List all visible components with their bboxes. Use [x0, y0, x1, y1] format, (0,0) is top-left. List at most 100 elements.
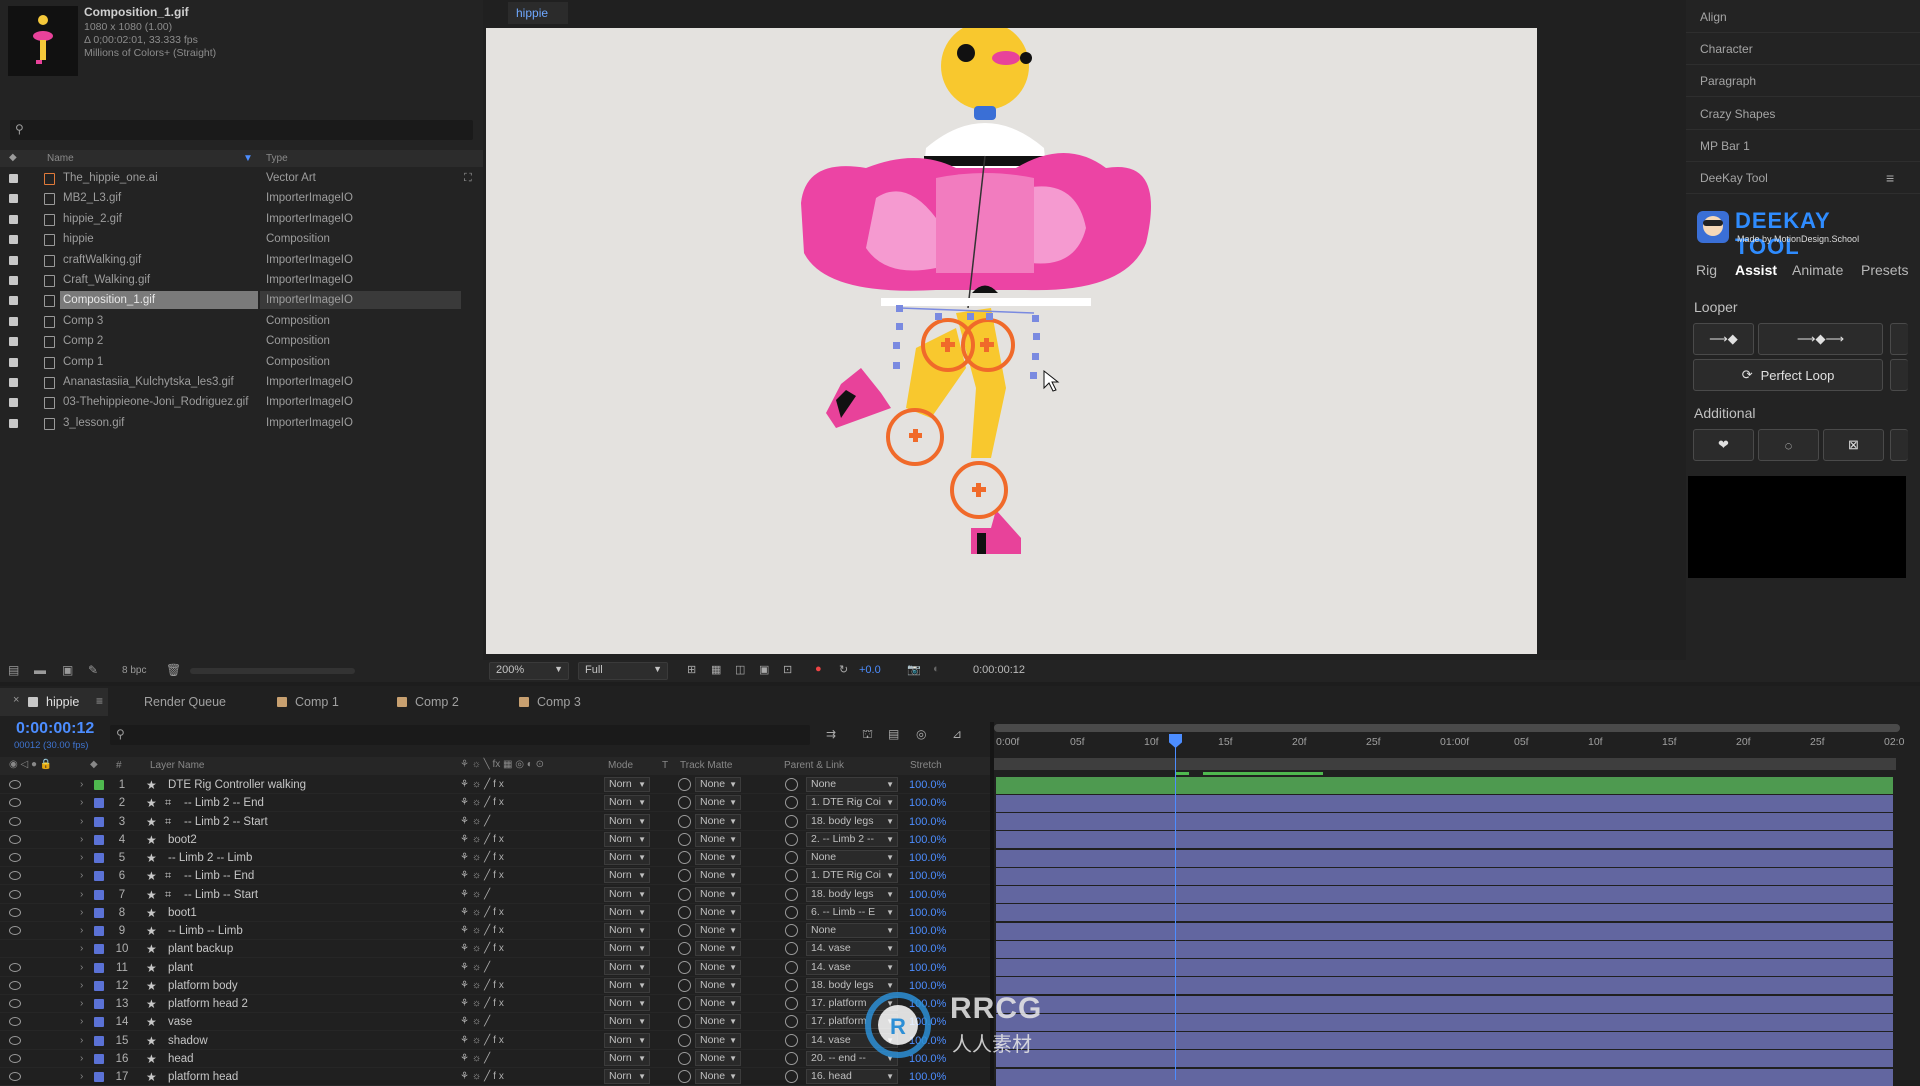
chevron-right-icon[interactable]: ›	[80, 904, 83, 922]
sort-icon[interactable]: ▼	[243, 153, 253, 164]
parent-dropdown[interactable]: 18. body legs ▼	[806, 886, 898, 902]
transparency-grid-icon[interactable]: ▦	[711, 663, 721, 676]
layer-name[interactable]: boot2	[168, 831, 197, 849]
layer-duration-bar[interactable]	[996, 1032, 1893, 1050]
frame-blending-icon[interactable]: ▤	[888, 727, 899, 741]
project-item[interactable]: Comp 3 Composition	[0, 311, 483, 331]
blend-mode-dropdown[interactable]: Norn ▼	[604, 923, 650, 938]
label-swatch[interactable]	[9, 418, 18, 428]
blend-mode-dropdown[interactable]: Norn ▼	[604, 1032, 650, 1048]
project-item[interactable]: The_hippie_one.ai Vector Art	[0, 168, 483, 188]
layer-switches-icon[interactable]: ⚘☼╱	[460, 886, 493, 904]
blend-mode-dropdown[interactable]: Norn ▼	[604, 1069, 650, 1084]
parent-dropdown[interactable]: None ▼	[806, 850, 898, 865]
pickwhip-icon[interactable]	[785, 942, 798, 956]
track-matte-dropdown[interactable]: None ▼	[695, 777, 741, 792]
layer-duration-bar[interactable]	[996, 995, 1893, 1013]
label-swatch[interactable]	[9, 276, 18, 285]
layer-row[interactable]: ›15★shadow⚘☼╱fxNorn▼None▼14. vase▼100.0%	[0, 1032, 990, 1050]
panel-item-mp-bar-1[interactable]: MP Bar 1	[1686, 130, 1920, 162]
spiral-icon[interactable]	[678, 1015, 691, 1029]
track-matte-dropdown[interactable]: None ▼	[695, 996, 741, 1011]
trash-icon[interactable]: 🗑	[166, 663, 181, 677]
rotate-tool-button[interactable]: ◌	[1758, 429, 1819, 461]
blend-mode-dropdown[interactable]: Norn ▼	[604, 959, 650, 975]
draft-3d-icon[interactable]: ⛫	[862, 727, 873, 743]
spiral-icon[interactable]	[678, 997, 691, 1010]
eye-icon[interactable]	[9, 1053, 21, 1063]
stretch-value[interactable]: 100.0%	[909, 867, 946, 885]
pickwhip-icon[interactable]	[785, 869, 798, 883]
layer-label-swatch[interactable]	[94, 1035, 104, 1046]
layer-label-swatch[interactable]	[94, 798, 104, 809]
new-folder-icon[interactable]: ▬	[34, 663, 46, 677]
pickwhip-icon[interactable]	[785, 924, 798, 937]
spiral-icon[interactable]	[678, 978, 691, 992]
col-mode[interactable]: Mode	[608, 760, 633, 771]
layer-duration-bar[interactable]	[996, 977, 1893, 995]
layer-label-swatch[interactable]	[94, 1017, 104, 1028]
layer-switches-icon[interactable]: ⚘☼╱fx	[460, 849, 507, 867]
composition-canvas[interactable]	[486, 28, 1537, 654]
blend-mode-dropdown[interactable]: Norn ▼	[604, 941, 650, 957]
spiral-icon[interactable]	[678, 796, 691, 810]
track-matte-dropdown[interactable]: None ▼	[695, 795, 741, 811]
blend-mode-dropdown[interactable]: Norn ▼	[604, 795, 650, 811]
stretch-value[interactable]: 100.0%	[909, 794, 946, 812]
label-swatch[interactable]	[9, 337, 18, 347]
layer-label-swatch[interactable]	[94, 853, 104, 863]
stretch-value[interactable]: 100.0%	[909, 1068, 946, 1086]
track-matte-dropdown[interactable]: None ▼	[695, 850, 741, 865]
pickwhip-icon[interactable]	[785, 997, 798, 1010]
zoom-dropdown[interactable]: 200% ▼	[489, 662, 569, 680]
comp-flowchart-icon[interactable]: ⇉	[826, 727, 836, 741]
layer-row[interactable]: ›14★vase⚘☼╱Norn▼None▼17. platform▼100.0%	[0, 1013, 990, 1032]
pickwhip-icon[interactable]	[785, 832, 798, 846]
eye-icon[interactable]	[9, 871, 21, 881]
spiral-icon[interactable]	[678, 924, 691, 937]
layer-name[interactable]: -- Limb -- Limb	[168, 922, 243, 940]
layer-name[interactable]: platform head	[168, 1068, 238, 1086]
tab-menu-icon[interactable]: ≡	[96, 694, 103, 708]
track-matte-dropdown[interactable]: None ▼	[695, 904, 741, 920]
pickwhip-icon[interactable]	[785, 814, 798, 828]
guides-icon[interactable]: ▣	[759, 663, 769, 676]
blend-mode-dropdown[interactable]: Norn ▼	[604, 1050, 650, 1066]
track-matte-dropdown[interactable]: None ▼	[695, 868, 741, 884]
layer-name[interactable]: -- Limb 2 -- Limb	[168, 849, 252, 867]
layer-switches-icon[interactable]: ⚘☼╱	[460, 813, 493, 831]
layer-duration-bar[interactable]	[996, 831, 1893, 849]
layer-name[interactable]: plant	[168, 959, 193, 977]
channel-icon[interactable]: ●	[815, 663, 822, 675]
viewer-timecode[interactable]: 0:00:00:12	[973, 664, 1025, 676]
eye-icon[interactable]	[9, 853, 21, 862]
spiral-icon[interactable]	[678, 869, 691, 883]
label-swatch[interactable]	[9, 194, 18, 204]
spiral-icon[interactable]	[678, 814, 691, 828]
layer-name[interactable]: shadow	[168, 1032, 208, 1050]
loop-in-out-button[interactable]: ⟶◆⟶	[1758, 323, 1883, 355]
col-stretch[interactable]: Stretch	[910, 760, 942, 771]
chevron-right-icon[interactable]: ›	[80, 1032, 83, 1050]
layer-duration-bar[interactable]	[996, 904, 1893, 922]
parent-dropdown[interactable]: None ▼	[806, 777, 898, 792]
layer-duration-bar[interactable]	[996, 1013, 1893, 1031]
track-matte-dropdown[interactable]: None ▼	[695, 977, 741, 993]
project-item[interactable]: craftWalking.gif ImporterImageIO	[0, 250, 483, 270]
shape-tool-button[interactable]: ❤	[1693, 429, 1754, 461]
graph-editor-icon[interactable]: ⊿	[952, 727, 962, 741]
layer-label-swatch[interactable]	[94, 889, 104, 900]
layer-label-swatch[interactable]	[94, 907, 104, 918]
layer-name[interactable]: -- Limb -- End	[184, 867, 254, 885]
parent-dropdown[interactable]: 14. vase ▼	[806, 959, 898, 975]
playhead[interactable]	[1175, 738, 1176, 1080]
time-navigator-handle[interactable]	[994, 724, 1900, 732]
spiral-icon[interactable]	[678, 942, 691, 956]
layer-duration-bar[interactable]	[996, 813, 1893, 831]
layer-label-swatch[interactable]	[94, 1053, 104, 1064]
blend-mode-dropdown[interactable]: Norn ▼	[604, 904, 650, 920]
blend-mode-dropdown[interactable]: Norn ▼	[604, 977, 650, 993]
track-matte-dropdown[interactable]: None ▼	[695, 1050, 741, 1066]
panel-item-align[interactable]: Align	[1686, 1, 1920, 33]
layer-label-swatch[interactable]	[94, 834, 104, 845]
